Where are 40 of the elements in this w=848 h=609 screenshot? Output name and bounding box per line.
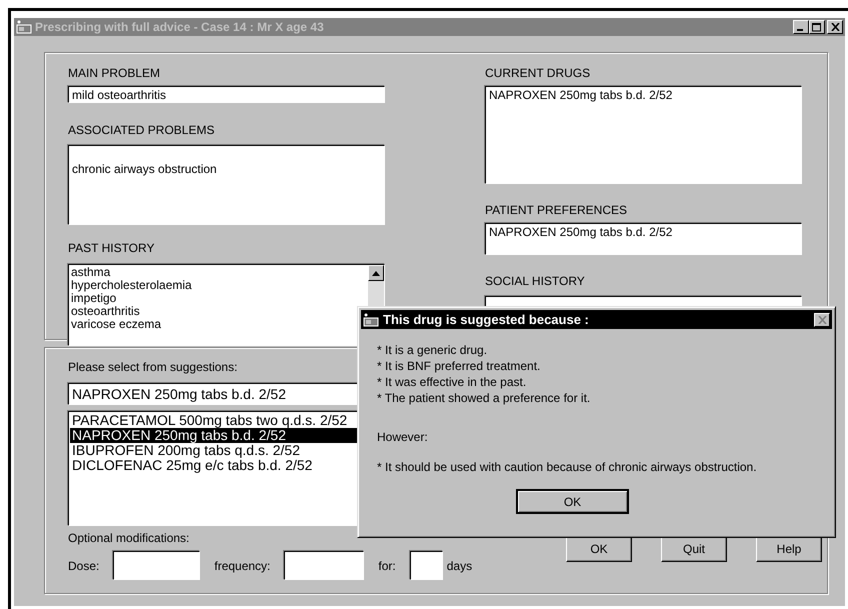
- up-arrow-icon: [372, 270, 380, 276]
- field-suffix: days: [446, 558, 472, 572]
- suggestions-label: Please select from suggestions:: [68, 360, 238, 374]
- ok-button[interactable]: OK: [516, 489, 629, 514]
- field-label: SOCIAL HISTORY: [485, 274, 585, 288]
- list-item[interactable]: impetigo: [71, 292, 366, 305]
- dialog-button[interactable]: OK: [566, 536, 632, 562]
- field-label: PAST HISTORY: [68, 241, 154, 255]
- input-field[interactable]: [113, 551, 200, 580]
- field-label: PATIENT PREFERENCES: [485, 203, 628, 217]
- window-title: Prescribing with full advice - Case 14 : Mr X age 43: [35, 20, 325, 34]
- field-label: frequency:: [214, 558, 270, 572]
- minimize-button[interactable]: [793, 20, 809, 34]
- maximize-button[interactable]: [809, 20, 825, 34]
- close-icon: [830, 23, 840, 31]
- field-label: ASSOCIATED PROBLEMS: [68, 123, 214, 137]
- reason-text: * It is BNF preferred treatment.: [377, 358, 542, 374]
- input-field[interactable]: [284, 551, 364, 580]
- main-problem-field[interactable]: mild osteoarthritis: [68, 86, 385, 103]
- list-item[interactable]: asthma: [71, 266, 366, 279]
- patient-preferences-field[interactable]: NAPROXEN 250mg tabs b.d. 2/52: [485, 223, 802, 255]
- close-icon: [818, 316, 826, 324]
- associated-problems-field[interactable]: chronic airways obstruction: [68, 145, 385, 225]
- maximize-icon: [812, 22, 822, 32]
- dialog-button[interactable]: Help: [756, 536, 822, 562]
- dialog-button[interactable]: Quit: [661, 536, 727, 562]
- close-button[interactable]: [814, 312, 830, 326]
- input-field[interactable]: [410, 551, 443, 580]
- app-icon: [363, 312, 379, 326]
- current-drugs-field[interactable]: NAPROXEN 250mg tabs b.d. 2/52: [485, 86, 802, 184]
- field-label: Dose:: [68, 558, 100, 572]
- field-label: for:: [378, 558, 396, 572]
- list-item[interactable]: hypercholesterolaemia: [71, 279, 366, 292]
- field-label: CURRENT DRUGS: [485, 66, 590, 80]
- past-history-list[interactable]: asthma hypercholesterolaemia impetigo osteoarthritis varicose eczema: [68, 264, 385, 346]
- dialog-title: This drug is suggested because :: [383, 312, 590, 327]
- scroll-up-button[interactable]: [368, 265, 384, 281]
- modifications-label: Optional modifications:: [68, 531, 190, 545]
- close-button[interactable]: [827, 20, 843, 34]
- field-label: MAIN PROBLEM: [68, 66, 160, 80]
